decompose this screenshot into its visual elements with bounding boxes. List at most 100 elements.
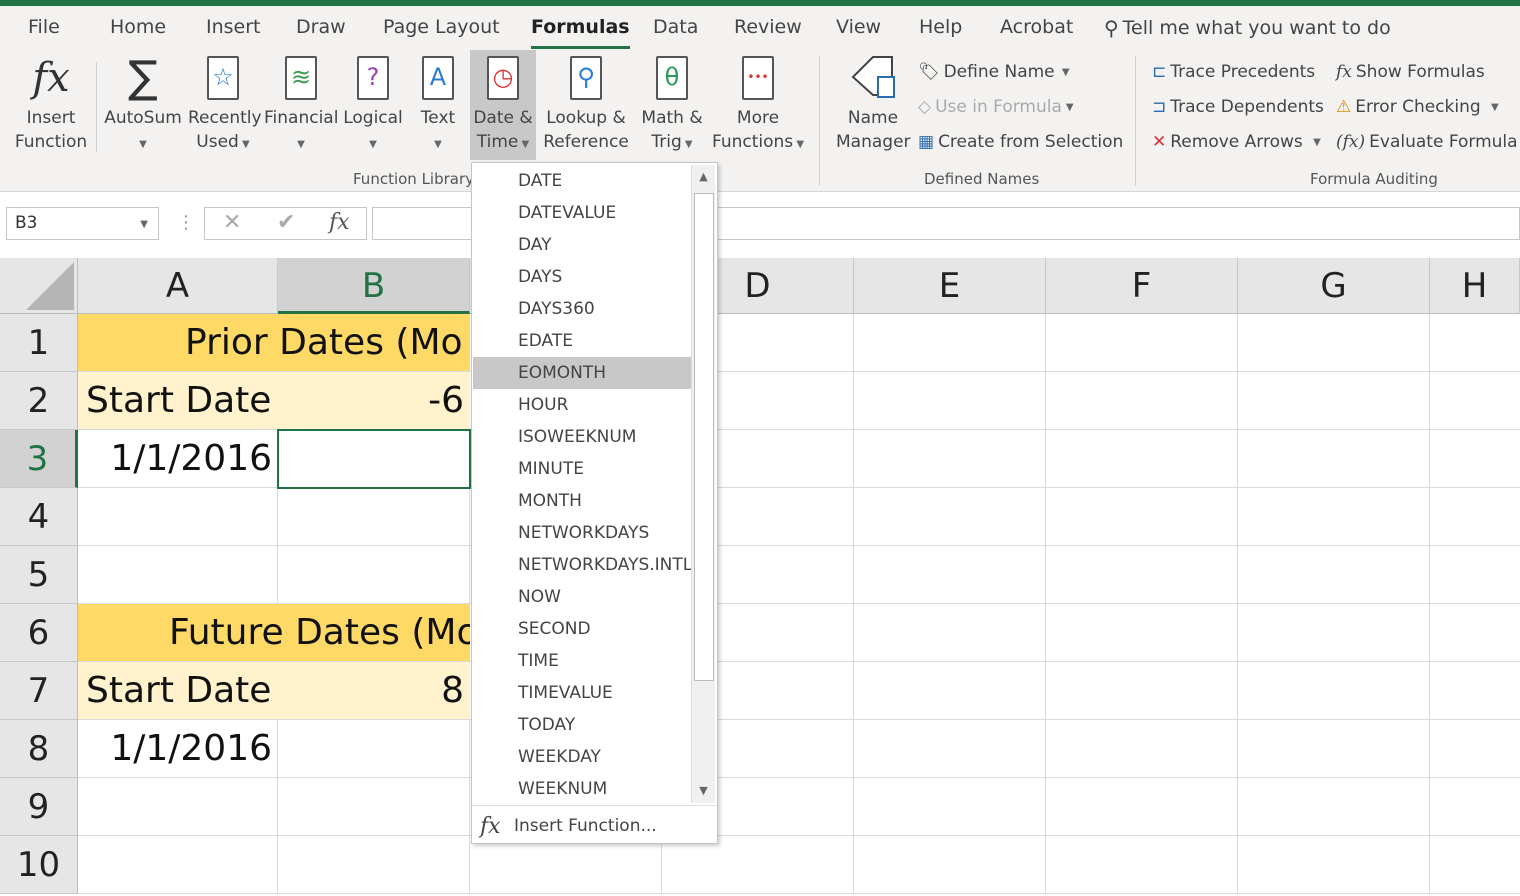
enter-check-icon[interactable]: ✔ — [277, 210, 295, 235]
show-formulas-icon: fx — [1336, 62, 1352, 82]
tell-me-search[interactable]: ⚲ Tell me what you want to do — [1104, 16, 1391, 40]
column-header-f[interactable]: F — [1046, 258, 1238, 314]
cell-b2[interactable]: -6 — [280, 372, 464, 430]
cell-b7[interactable]: 8 — [280, 662, 464, 720]
row-header-2[interactable]: 2 — [0, 372, 78, 430]
active-cell-b3[interactable] — [277, 429, 471, 489]
cell-a7[interactable]: Start Date — [86, 662, 276, 720]
more-functions-button[interactable]: ••• More Functions ▼ — [710, 50, 806, 160]
menu-item-weekday[interactable]: WEEKDAY — [473, 741, 691, 773]
date-time-icon: ◷ — [470, 50, 536, 106]
gridline — [1045, 314, 1046, 894]
financial-button[interactable]: ≋ Financial ▼ — [264, 50, 338, 160]
menu-item-datevalue[interactable]: DATEVALUE — [473, 197, 691, 229]
gridline — [853, 314, 854, 894]
tab-insert[interactable]: Insert — [206, 16, 261, 38]
menu-item-networkdays[interactable]: NETWORKDAYS — [473, 517, 691, 549]
insert-function-menu-item[interactable]: fx Insert Function... — [480, 811, 657, 841]
math-trig-button[interactable]: θ Math & Trig ▼ — [636, 50, 708, 160]
trace-dependents-button[interactable]: ⊐ Trace Dependents — [1152, 97, 1324, 117]
gridline — [1429, 314, 1430, 894]
cancel-icon[interactable]: ✕ — [223, 210, 241, 235]
menu-item-timevalue[interactable]: TIMEVALUE — [473, 677, 691, 709]
name-manager-button[interactable]: Name Manager — [836, 50, 911, 160]
tab-data[interactable]: Data — [653, 16, 698, 38]
tab-review[interactable]: Review — [734, 16, 802, 38]
insert-function-icon[interactable]: fx — [329, 210, 350, 235]
menu-item-now[interactable]: NOW — [473, 581, 691, 613]
error-checking-button[interactable]: ⚠ Error Checking ▼ — [1336, 97, 1499, 117]
tab-formulas[interactable]: Formulas — [531, 16, 630, 49]
menu-item-today[interactable]: TODAY — [473, 709, 691, 741]
select-all-button[interactable] — [0, 258, 78, 314]
menu-item-eomonth[interactable]: EOMONTH — [473, 357, 691, 389]
show-formulas-button[interactable]: fx Show Formulas — [1336, 62, 1485, 82]
name-box[interactable]: B3 ▼ — [6, 207, 159, 240]
cell-a2[interactable]: Start Date — [86, 372, 276, 430]
column-header-e[interactable]: E — [854, 258, 1046, 314]
tab-file[interactable]: File — [28, 16, 60, 38]
cell-a1[interactable]: Prior Dates (Mo — [185, 314, 470, 372]
column-header-g[interactable]: G — [1238, 258, 1430, 314]
use-in-formula-button[interactable]: ◇ Use in Formula ▼ — [918, 97, 1074, 117]
cell-a3[interactable]: 1/1/2016 — [80, 430, 272, 488]
menu-item-second[interactable]: SECOND — [473, 613, 691, 645]
name-manager-icon — [836, 50, 910, 106]
column-header-h[interactable]: H — [1430, 258, 1520, 314]
menu-item-networkdays-intl[interactable]: NETWORKDAYS.INTL — [473, 549, 692, 581]
scroll-down-icon[interactable]: ▼ — [692, 779, 715, 803]
tab-draw[interactable]: Draw — [296, 16, 346, 38]
row-header-5[interactable]: 5 — [0, 546, 78, 604]
menu-item-days360[interactable]: DAYS360 — [473, 293, 691, 325]
menu-item-hour[interactable]: HOUR — [473, 389, 691, 421]
trace-precedents-button[interactable]: ⊏ Trace Precedents — [1152, 62, 1315, 82]
menu-item-day[interactable]: DAY — [473, 229, 691, 261]
row-header-9[interactable]: 9 — [0, 778, 78, 836]
column-header-b[interactable]: B — [278, 258, 470, 314]
menu-item-time[interactable]: TIME — [473, 645, 691, 677]
text-icon: A — [412, 50, 464, 106]
column-header-a[interactable]: A — [78, 258, 278, 314]
menu-scrollbar[interactable]: ▲ ▼ — [691, 165, 715, 803]
tab-page-layout[interactable]: Page Layout — [383, 16, 500, 38]
row-header-4[interactable]: 4 — [0, 488, 78, 546]
menu-item-minute[interactable]: MINUTE — [473, 453, 691, 485]
autosum-button[interactable]: ∑ AutoSum ▼ — [100, 50, 186, 160]
date-time-button[interactable]: ◷ Date & Time ▼ — [470, 50, 536, 160]
scroll-up-icon[interactable]: ▲ — [692, 165, 715, 189]
tab-acrobat[interactable]: Acrobat — [1000, 16, 1073, 38]
row-header-10[interactable]: 10 — [0, 836, 78, 894]
chevron-down-icon: ▼ — [1306, 136, 1321, 148]
row-header-6[interactable]: 6 — [0, 604, 78, 662]
chevron-down-icon[interactable]: ▼ — [140, 219, 148, 230]
cell-a6[interactable]: Future Dates (Mo — [169, 604, 470, 662]
scroll-thumb[interactable] — [694, 193, 714, 681]
menu-item-isoweeknum[interactable]: ISOWEEKNUM — [473, 421, 691, 453]
cell-a8[interactable]: 1/1/2016 — [80, 720, 272, 778]
logical-button[interactable]: ? Logical ▼ — [340, 50, 406, 160]
lookup-reference-button[interactable]: ⚲Lookup &Reference ▼ — [538, 50, 634, 177]
insert-function-button[interactable]: fx Insert Function — [6, 50, 96, 160]
evaluate-formula-button[interactable]: (fx) Evaluate Formula — [1336, 132, 1518, 152]
autosum-icon: ∑ — [128, 52, 158, 103]
row-header-8[interactable]: 8 — [0, 720, 78, 778]
gridline — [78, 893, 1520, 894]
menu-item-date[interactable]: DATE — [473, 165, 691, 197]
tab-help[interactable]: Help — [919, 16, 962, 38]
create-from-selection-button[interactable]: ▦ Create from Selection — [918, 132, 1123, 152]
menu-item-month[interactable]: MONTH — [473, 485, 691, 517]
row-header-7[interactable]: 7 — [0, 662, 78, 720]
tab-view[interactable]: View — [836, 16, 881, 38]
tab-home[interactable]: Home — [110, 16, 166, 38]
remove-arrows-button[interactable]: ✕ Remove Arrows ▼ — [1152, 132, 1321, 152]
recently-used-button[interactable]: ☆ Recently Used ▼ — [188, 50, 262, 160]
chevron-down-icon: ▼ — [369, 139, 377, 150]
chevron-down-icon: ▼ — [1484, 101, 1499, 113]
row-header-3[interactable]: 3 — [0, 430, 78, 488]
text-button[interactable]: A Text ▼ — [412, 50, 464, 160]
define-name-button[interactable]: 🏷 Define Name ▼ — [918, 62, 1070, 82]
menu-item-weeknum[interactable]: WEEKNUM — [473, 773, 691, 805]
menu-item-days[interactable]: DAYS — [473, 261, 691, 293]
row-header-1[interactable]: 1 — [0, 314, 78, 372]
menu-item-edate[interactable]: EDATE — [473, 325, 691, 357]
